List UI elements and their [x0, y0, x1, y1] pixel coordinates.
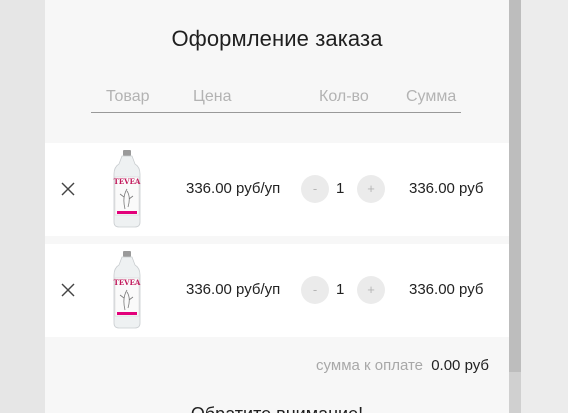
column-header-price: Цена	[193, 88, 232, 105]
quantity-value: 1	[336, 281, 345, 298]
item-price: 336.00 руб/уп	[186, 180, 281, 197]
quantity-decrease-button[interactable]: -	[301, 276, 329, 304]
table-header: Товар Цена Кол-во Сумма	[45, 88, 509, 112]
remove-item-icon	[61, 182, 75, 196]
product-brand-label: TEVEA	[114, 278, 141, 287]
column-header-qty: Кол-во	[319, 88, 369, 105]
product-brand-label: TEVEA	[114, 177, 141, 186]
quantity-increase-button[interactable]: +	[357, 175, 385, 203]
column-header-sum: Сумма	[406, 88, 457, 105]
item-sum: 336.00 руб	[409, 281, 484, 298]
quantity-decrease-button[interactable]: -	[301, 175, 329, 203]
product-image: TEVEA	[113, 251, 141, 329]
header-divider	[91, 112, 461, 113]
notice-heading: Обратите внимание!	[45, 404, 509, 413]
order-total: сумма к оплате 0.00 руб	[316, 357, 489, 374]
cart-row: TEVEA 336.00 руб/уп - 1 + 336.00 руб	[45, 143, 509, 236]
page-background-right	[521, 0, 568, 413]
column-header-product: Товар	[106, 88, 150, 105]
remove-item-button[interactable]	[61, 283, 75, 297]
remove-item-button[interactable]	[61, 182, 75, 196]
item-price: 336.00 руб/уп	[186, 281, 281, 298]
remove-item-icon	[61, 283, 75, 297]
quantity-increase-button[interactable]: +	[357, 276, 385, 304]
modal-title: Оформление заказа	[171, 26, 383, 51]
minus-icon: -	[312, 282, 318, 297]
minus-icon: -	[312, 181, 318, 196]
scrollbar-thumb[interactable]	[509, 0, 521, 372]
total-label: сумма к оплате	[316, 357, 424, 374]
cart-row: TEVEA 336.00 руб/уп - 1 + 336.00 руб	[45, 244, 509, 337]
plus-icon: +	[367, 181, 375, 196]
plus-icon: +	[367, 282, 375, 297]
quantity-value: 1	[336, 180, 345, 197]
item-sum: 336.00 руб	[409, 180, 484, 197]
total-value: 0.00 руб	[431, 357, 489, 374]
order-modal: Оформление заказа Товар Цена Кол-во Сумм…	[45, 0, 509, 413]
product-image: TEVEA	[113, 150, 141, 228]
